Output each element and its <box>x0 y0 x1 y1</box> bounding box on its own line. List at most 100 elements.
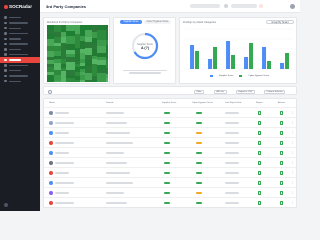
action-icon[interactable] <box>280 111 284 115</box>
treemap-block[interactable] <box>80 44 85 49</box>
bar[interactable] <box>280 63 285 69</box>
treemap-block[interactable] <box>54 46 61 51</box>
treemap-block[interactable] <box>80 59 85 63</box>
report-icon[interactable] <box>258 151 262 155</box>
table-row[interactable]: ⋮ <box>44 127 296 137</box>
alert-icon[interactable] <box>259 4 263 8</box>
treemap-block[interactable] <box>66 40 75 44</box>
treemap-block[interactable] <box>47 34 54 39</box>
row-menu-icon[interactable]: ⋮ <box>291 151 294 154</box>
treemap-block[interactable] <box>61 64 66 68</box>
bar[interactable] <box>213 47 218 69</box>
treemap-block[interactable] <box>92 32 97 38</box>
bar[interactable] <box>244 57 249 69</box>
treemap-block[interactable] <box>54 81 61 82</box>
report-icon[interactable] <box>258 131 262 135</box>
row-menu-icon[interactable]: ⋮ <box>291 161 294 164</box>
treemap-block[interactable] <box>85 30 92 37</box>
cyber-hygiene-badge[interactable] <box>196 141 202 145</box>
report-icon[interactable] <box>258 181 262 185</box>
action-icon[interactable] <box>280 181 284 185</box>
table-row[interactable]: ⋮ <box>44 157 296 167</box>
cyber-hygiene-badge[interactable] <box>196 201 202 205</box>
treemap-block[interactable] <box>66 57 75 62</box>
treemap-block[interactable] <box>47 25 54 30</box>
row-menu-icon[interactable]: ⋮ <box>291 191 294 194</box>
treemap-block[interactable] <box>66 65 75 70</box>
notification-bell-icon[interactable] <box>224 4 228 8</box>
bar[interactable] <box>249 43 254 69</box>
cyber-hygiene-badge[interactable] <box>196 111 202 115</box>
sidebar-item-gear[interactable] <box>0 79 40 84</box>
treemap-block[interactable] <box>85 37 92 42</box>
cyber-hygiene-badge[interactable] <box>196 151 202 155</box>
treemap-block[interactable] <box>97 40 106 46</box>
action-icon[interactable] <box>280 161 284 165</box>
report-icon[interactable] <box>258 141 262 145</box>
treemap-block[interactable] <box>97 30 106 34</box>
treemap-block[interactable] <box>75 54 80 61</box>
table-row[interactable]: ⋮ <box>44 147 296 157</box>
treemap-block[interactable] <box>97 65 106 70</box>
user-avatar[interactable] <box>290 3 295 9</box>
treemap-block[interactable] <box>106 45 108 49</box>
treemap-block[interactable] <box>97 73 106 77</box>
bar[interactable] <box>262 47 267 69</box>
treemap-block[interactable] <box>92 59 97 64</box>
treemap-block[interactable] <box>80 80 85 82</box>
report-icon[interactable] <box>258 111 262 115</box>
cyber-hygiene-badge[interactable] <box>196 191 202 195</box>
action-icon[interactable] <box>280 151 284 155</box>
treemap-block[interactable] <box>61 25 66 29</box>
row-menu-icon[interactable]: ⋮ <box>291 171 294 174</box>
action-icon[interactable] <box>280 131 284 135</box>
treemap-block[interactable] <box>61 52 66 59</box>
treemap-block[interactable] <box>80 36 85 41</box>
action-icon[interactable] <box>280 201 284 205</box>
table-row[interactable]: ⋮ <box>44 107 296 117</box>
treemap-block[interactable] <box>85 80 92 82</box>
action-icon[interactable] <box>280 141 284 145</box>
treemap-block[interactable] <box>80 25 85 31</box>
row-menu-icon[interactable]: ⋮ <box>291 141 294 144</box>
treemap-block[interactable] <box>75 67 80 72</box>
export-csv-button[interactable]: Export to CSV <box>236 89 255 94</box>
treemap-block[interactable] <box>97 53 106 57</box>
treemap-block[interactable] <box>92 70 97 76</box>
bar[interactable] <box>190 45 195 69</box>
treemap-block[interactable] <box>75 72 80 76</box>
tab-supplier-score[interactable]: Supplier Score <box>120 20 142 24</box>
treemap-block[interactable] <box>54 70 61 75</box>
bar[interactable] <box>285 53 290 69</box>
treemap-block[interactable] <box>92 44 97 49</box>
row-menu-icon[interactable]: ⋮ <box>291 121 294 124</box>
column-header[interactable]: Name <box>49 102 55 104</box>
treemap-block[interactable] <box>106 74 108 78</box>
cyber-hygiene-badge[interactable] <box>196 171 202 175</box>
table-row[interactable]: ⋮ <box>44 117 296 127</box>
treemap-block[interactable] <box>54 37 61 43</box>
report-icon[interactable] <box>258 171 262 175</box>
table-row[interactable]: ⋮ <box>44 177 296 187</box>
treemap-block[interactable] <box>106 59 108 64</box>
bar[interactable] <box>231 55 236 69</box>
column-header[interactable]: Actions <box>278 102 285 104</box>
treemap-block[interactable] <box>106 28 108 33</box>
bar[interactable] <box>208 59 213 69</box>
treemap-block[interactable] <box>54 51 61 56</box>
treemap-block[interactable] <box>85 66 92 73</box>
supplier-score-badge[interactable] <box>164 131 170 135</box>
supplier-score-badge[interactable] <box>164 121 170 125</box>
collapse-sidebar-icon[interactable] <box>4 203 8 207</box>
bar[interactable] <box>195 51 200 69</box>
supplier-score-badge[interactable] <box>164 191 170 195</box>
column-header[interactable]: Last Report Date <box>225 102 242 104</box>
column-selector-button[interactable]: Column Selector <box>264 89 286 94</box>
treemap-block[interactable] <box>61 71 66 77</box>
treemap-block[interactable] <box>85 48 92 55</box>
treemap-block[interactable] <box>97 60 106 65</box>
supplier-score-badge[interactable] <box>164 181 170 185</box>
treemap-block[interactable] <box>54 75 61 81</box>
column-header[interactable]: Supplier Score <box>162 102 176 104</box>
treemap-block[interactable] <box>97 46 106 53</box>
